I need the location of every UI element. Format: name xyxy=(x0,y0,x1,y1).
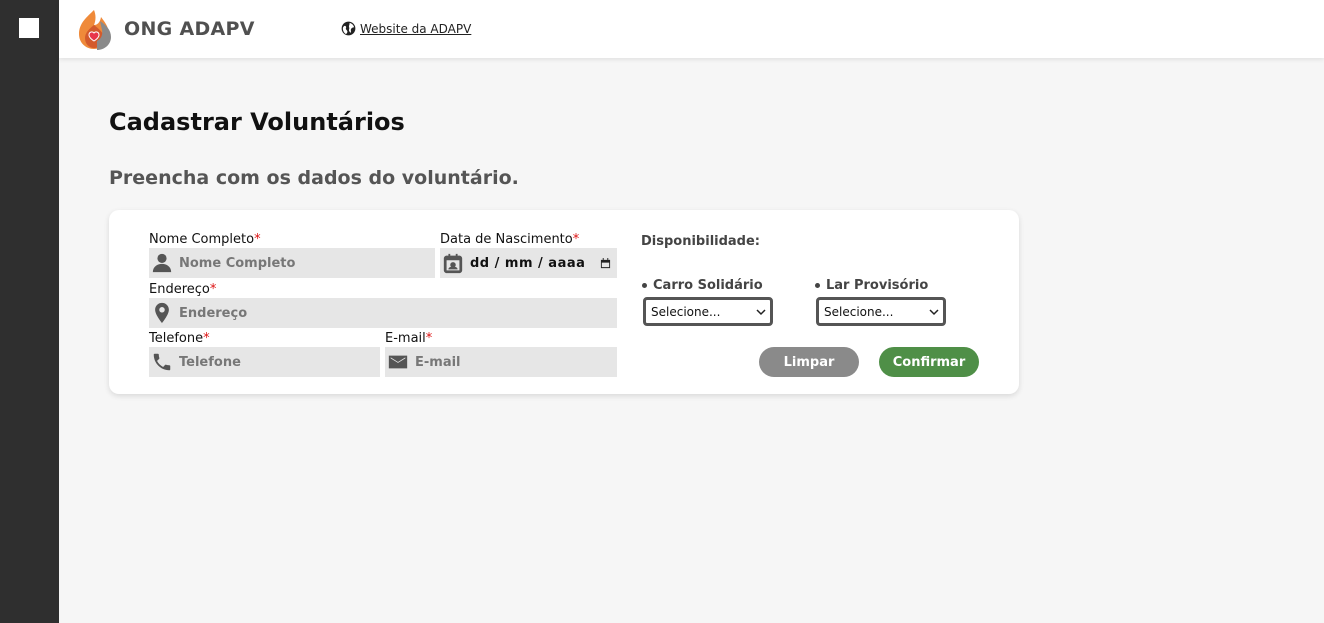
nome-input[interactable] xyxy=(175,248,435,278)
lar-provisorio-label-text: Lar Provisório xyxy=(826,278,929,293)
person-icon xyxy=(149,248,175,278)
chevron-down-icon xyxy=(756,308,766,315)
disponibilidade-label: Disponibilidade: xyxy=(641,234,761,249)
sidebar xyxy=(0,0,59,623)
nome-field[interactable] xyxy=(149,248,435,278)
date-picker-icon[interactable] xyxy=(595,253,615,273)
lar-provisorio-selected: Selecione... xyxy=(824,304,894,319)
bullet-icon xyxy=(815,283,820,288)
brand-name: ONG ADAPV xyxy=(124,18,255,40)
required-mark: * xyxy=(209,282,217,297)
confirm-button[interactable]: Confirmar xyxy=(879,347,979,377)
website-link-label[interactable]: Website da ADAPV xyxy=(360,22,471,36)
nascimento-value[interactable]: dd / mm / aaaa xyxy=(466,256,595,271)
globe-icon xyxy=(341,21,356,36)
carro-solidario-label: Carro Solidário xyxy=(642,278,763,293)
endereco-label-text: Endereço xyxy=(149,282,210,297)
lar-provisorio-label: Lar Provisório xyxy=(815,278,928,293)
nascimento-field[interactable]: dd / mm / aaaa xyxy=(440,248,617,278)
nascimento-label: Data de Nascimento* xyxy=(440,232,579,247)
chevron-down-icon xyxy=(929,308,939,315)
location-pin-icon xyxy=(149,298,175,328)
bullet-icon xyxy=(642,283,647,288)
telefone-label: Telefone* xyxy=(149,331,210,346)
nome-label: Nome Completo* xyxy=(149,232,261,247)
telefone-label-text: Telefone xyxy=(149,331,204,346)
telefone-input[interactable] xyxy=(175,347,380,377)
adapv-logo-icon xyxy=(79,10,111,50)
page-title: Cadastrar Voluntários xyxy=(109,108,405,136)
required-mark: * xyxy=(254,232,261,247)
email-input[interactable] xyxy=(411,347,617,377)
carro-solidario-select[interactable]: Selecione... xyxy=(643,297,773,326)
required-mark: * xyxy=(203,331,210,346)
nome-label-text: Nome Completo xyxy=(149,232,255,247)
telefone-field[interactable] xyxy=(149,347,380,377)
email-label-text: E-mail xyxy=(385,331,426,346)
carro-solidario-selected: Selecione... xyxy=(651,304,721,319)
required-mark: * xyxy=(425,331,433,346)
clear-button[interactable]: Limpar xyxy=(759,347,859,377)
required-mark: * xyxy=(572,232,580,247)
email-field[interactable] xyxy=(385,347,617,377)
phone-icon xyxy=(149,347,175,377)
endereco-field[interactable] xyxy=(149,298,617,328)
top-bar: ONG ADAPV Website da ADAPV xyxy=(59,0,1324,58)
volunteer-form-card: Nome Completo* Data de Nascimento* dd / … xyxy=(109,210,1019,394)
carro-solidario-label-text: Carro Solidário xyxy=(653,278,763,293)
calendar-icon xyxy=(440,248,466,278)
endereco-label: Endereço* xyxy=(149,282,216,297)
envelope-icon xyxy=(385,347,411,377)
menu-toggle-button[interactable] xyxy=(19,18,39,38)
website-link[interactable]: Website da ADAPV xyxy=(341,21,471,36)
page-subtitle: Preencha com os dados do voluntário. xyxy=(109,167,519,189)
endereco-input[interactable] xyxy=(175,298,617,328)
nascimento-label-text: Data de Nascimento xyxy=(440,232,573,247)
lar-provisorio-select[interactable]: Selecione... xyxy=(816,297,946,326)
email-label: E-mail* xyxy=(385,331,432,346)
